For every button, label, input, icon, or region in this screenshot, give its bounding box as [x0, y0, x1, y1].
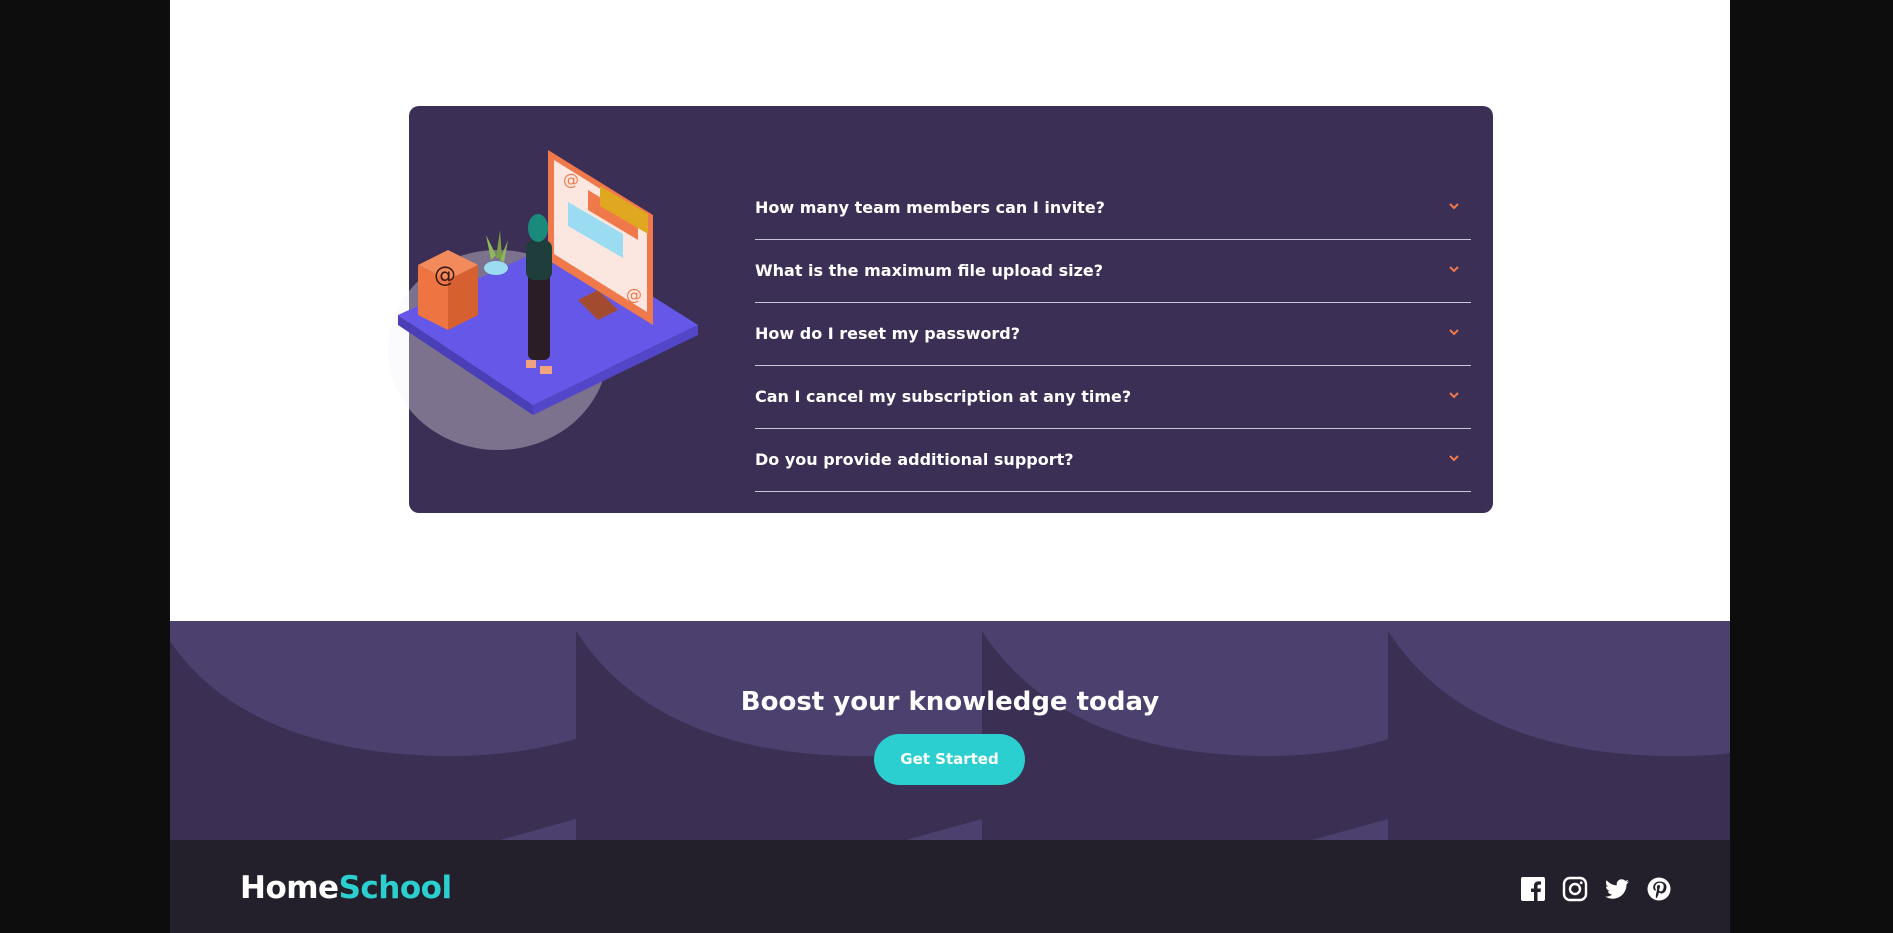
- faq-question: Do you provide additional support?: [755, 450, 1074, 469]
- faq-title: FAQ: [1079, 34, 1147, 70]
- instagram-icon[interactable]: [1562, 876, 1588, 902]
- footer: HomeSchool: [170, 840, 1730, 933]
- faq-question: What is the maximum file upload size?: [755, 261, 1104, 280]
- faq-question: How many team members can I invite?: [755, 198, 1105, 217]
- faq-question: Can I cancel my subscription at any time…: [755, 387, 1132, 406]
- logo-part-home: Home: [240, 870, 339, 906]
- faq-item-upload-size[interactable]: What is the maximum file upload size?: [755, 240, 1471, 303]
- faq-question: How do I reset my password?: [755, 324, 1020, 343]
- faq-illustration: @ @ @: [388, 150, 698, 450]
- faq-item-additional-support[interactable]: Do you provide additional support?: [755, 429, 1471, 492]
- facebook-icon[interactable]: [1520, 876, 1546, 902]
- chevron-down-icon[interactable]: [1445, 449, 1463, 467]
- cta-background-pattern: [170, 621, 1730, 840]
- logo-part-school: School: [338, 870, 453, 906]
- homeschool-logo[interactable]: HomeSchool: [240, 870, 452, 906]
- pinterest-icon[interactable]: [1646, 876, 1672, 902]
- faq-item-team-members[interactable]: How many team members can I invite?: [755, 177, 1471, 240]
- get-started-button[interactable]: Get Started: [874, 734, 1025, 785]
- chevron-down-icon[interactable]: [1445, 197, 1463, 215]
- chevron-down-icon[interactable]: [1445, 260, 1463, 278]
- twitter-icon[interactable]: [1604, 876, 1630, 902]
- svg-text:@: @: [626, 285, 642, 304]
- svg-text:@: @: [434, 263, 456, 288]
- cta-section: Boost your knowledge today Get Started: [170, 621, 1730, 840]
- cta-title: Boost your knowledge today: [740, 687, 1160, 717]
- chevron-down-icon[interactable]: [1445, 386, 1463, 404]
- faq-item-cancel-subscription[interactable]: Can I cancel my subscription at any time…: [755, 366, 1471, 429]
- faq-item-reset-password[interactable]: How do I reset my password?: [755, 303, 1471, 366]
- social-links: [1520, 876, 1672, 902]
- chevron-down-icon[interactable]: [1445, 323, 1463, 341]
- svg-text:@: @: [563, 170, 579, 189]
- page: @ @ @ FAQ How many team members can I in…: [170, 0, 1730, 933]
